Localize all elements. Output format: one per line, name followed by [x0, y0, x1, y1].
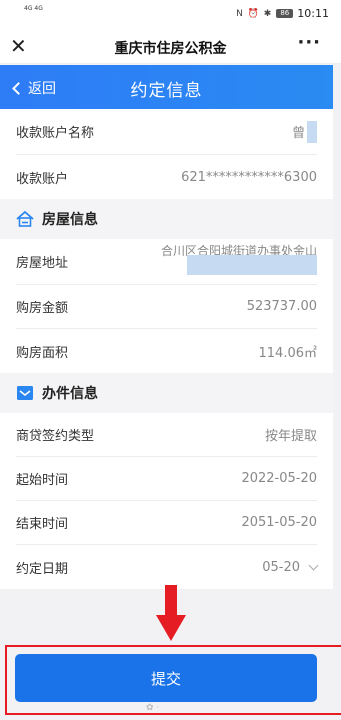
address-row: 房屋地址 合川区合阳城街道办事处金山: [16, 239, 317, 285]
payee-name-label: 收款账户名称: [16, 126, 95, 141]
app-bar: ✕ 重庆市住房公积金 ···: [0, 28, 341, 64]
watermark: ✿ ·: [146, 703, 160, 713]
payee-account-value: 621************6300: [181, 169, 317, 185]
battery-icon: 86: [276, 9, 294, 18]
business-section-title: 办件信息: [42, 386, 98, 402]
end-date-value: 2051-05-20: [241, 515, 317, 530]
loan-type-value: 按年提取: [264, 429, 317, 444]
end-date-label: 结束时间: [16, 517, 69, 532]
area-value: 114.06㎡: [258, 345, 318, 361]
payee-account-label: 收款账户: [16, 171, 69, 187]
agreed-date-picker[interactable]: 05-20: [262, 559, 319, 575]
business-section-header: 办件信息: [0, 373, 333, 413]
house-section-title: 房屋信息: [42, 212, 98, 228]
agreed-date-row[interactable]: 约定日期 05-20: [16, 545, 319, 589]
house-section-header: 房屋信息: [0, 199, 333, 239]
end-date-row: 结束时间 2051-05-20: [16, 501, 317, 545]
page-edge: [333, 109, 341, 720]
envelope-icon: [17, 386, 33, 400]
house-icon: [16, 211, 34, 227]
redaction-block: [187, 255, 317, 275]
page-title: 约定信息: [130, 81, 203, 101]
area-row: 购房面积 114.06㎡: [16, 329, 317, 373]
area-label: 购房面积: [16, 345, 69, 361]
agreed-date-label: 约定日期: [16, 561, 69, 577]
status-right: N ⏰ ✱ 86 10:11: [236, 7, 329, 20]
redaction-block: [307, 120, 317, 143]
payee-name-value: 曾: [291, 120, 317, 143]
clock: 10:11: [297, 7, 329, 20]
content: 收款账户名称 曾 收款账户 621************6300 房屋信息 房…: [0, 109, 333, 589]
payee-account-row: 收款账户 621************6300: [16, 155, 317, 199]
agreed-date-value: 05-20: [262, 559, 300, 575]
nav-bar: 返回 约定信息: [0, 65, 333, 109]
loan-type-label: 商贷签约类型: [16, 429, 95, 444]
more-icon[interactable]: ···: [297, 32, 321, 53]
amount-label: 购房金额: [16, 301, 69, 316]
address-label: 房屋地址: [16, 256, 69, 271]
start-date-label: 起始时间: [16, 473, 69, 488]
chevron-down-icon: [308, 560, 319, 570]
status-bar: 4G 4G N ⏰ ✱ 86 10:11: [0, 0, 341, 28]
start-date-value: 2022-05-20: [241, 471, 317, 486]
annotation-arrow-icon: [156, 585, 186, 641]
start-date-row: 起始时间 2022-05-20: [16, 457, 317, 501]
status-icons: N ⏰ ✱: [236, 8, 273, 19]
app-title: 重庆市住房公积金: [114, 41, 227, 57]
payee-name-text: 曾: [291, 126, 305, 141]
signal-indicator: 4G 4G: [24, 5, 43, 12]
submit-button[interactable]: 提交: [15, 654, 317, 702]
loan-type-row: 商贷签约类型 按年提取: [16, 413, 317, 457]
amount-row: 购房金额 523737.00: [16, 285, 317, 329]
payee-name-row: 收款账户名称 曾: [16, 109, 317, 155]
amount-value: 523737.00: [246, 299, 317, 314]
